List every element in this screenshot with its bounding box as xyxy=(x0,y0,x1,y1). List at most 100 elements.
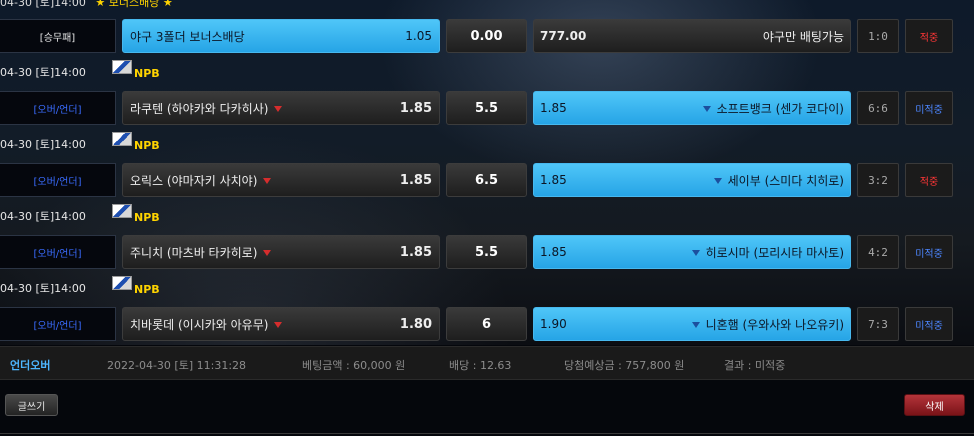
home-team-label: 주니치 (마츠바 타카히로) xyxy=(130,245,258,260)
japan-flag-icon xyxy=(112,132,132,146)
bet-type: [오버/언더] xyxy=(0,235,116,269)
away-odds: 1.85 xyxy=(540,245,567,259)
handicap-line[interactable]: 6 xyxy=(446,307,527,341)
home-pick[interactable]: 라쿠텐 (하야카와 다카히사) 1.85 xyxy=(122,91,440,125)
bet-row: [오버/언더] 라쿠텐 (하야카와 다카히사) 1.85 5.5 1.85 소프트뱅크 (… xyxy=(0,91,974,127)
bet-row: [승무패] 야구 3폴더 보너스배당 1.05 0.00 777.00 야구만 배팅가능 1… xyxy=(0,19,974,55)
summary-bet-type: 언더오버 xyxy=(10,359,51,372)
league-name: NPB xyxy=(134,139,160,152)
score-box: 6:6 xyxy=(857,91,899,125)
league-name: NPB xyxy=(134,67,160,80)
away-pick[interactable]: 1.85 히로시마 (모리시타 마사토) xyxy=(533,235,851,269)
home-odds: 1.85 xyxy=(399,244,432,260)
summary-odds: 배당 : 12.63 xyxy=(449,359,512,372)
result-badge: 미적중 xyxy=(905,307,953,341)
bet-row: [오버/언더] 주니치 (마츠바 타카히로) 1.85 5.5 1.85 히로시마 (모리… xyxy=(0,235,974,271)
bet-row: [오버/언더] 치바롯데 (이시카와 아유무) 1.80 6 1.90 니혼햄 (우와사와… xyxy=(0,307,974,343)
home-team-name: 라쿠텐 (하야카와 다카히사) xyxy=(130,100,400,117)
bonus-header-date: 04-30 [토]14:00 xyxy=(0,0,86,9)
score-box: 3:2 xyxy=(857,163,899,197)
under-arrow-icon xyxy=(274,106,283,112)
away-odds: 1.85 xyxy=(540,101,567,115)
under-arrow-icon xyxy=(263,250,272,256)
away-team-name: 소프트뱅크 (센가 코다이) xyxy=(702,100,844,117)
away-odds: 777.00 xyxy=(540,29,587,43)
score-box: 1:0 xyxy=(857,19,899,53)
home-pick[interactable]: 야구 3폴더 보너스배당 1.05 xyxy=(122,19,440,53)
over-arrow-icon xyxy=(691,322,700,328)
away-team-name: 세이부 (스미다 치히로) xyxy=(713,172,844,189)
write-button[interactable]: 글쓰기 xyxy=(5,394,58,416)
home-odds: 1.05 xyxy=(405,29,432,43)
home-odds: 1.85 xyxy=(399,172,432,188)
bet-type: [오버/언더] xyxy=(0,91,116,125)
handicap-line[interactable]: 6.5 xyxy=(446,163,527,197)
score-box: 4:2 xyxy=(857,235,899,269)
league-name: NPB xyxy=(134,211,160,224)
over-arrow-icon xyxy=(713,178,722,184)
result-badge: 적중 xyxy=(905,19,953,53)
japan-flag-icon xyxy=(112,60,132,74)
match-header: 04-30 [토]14:00 NPB xyxy=(0,276,400,298)
home-team-name: 치바롯데 (이시카와 아유무) xyxy=(130,316,400,333)
summary-expected-win: 당첨예상금 : 757,800 원 xyxy=(564,359,685,372)
match-date: 04-30 [토]14:00 xyxy=(0,210,86,223)
match-date: 04-30 [토]14:00 xyxy=(0,282,86,295)
result-badge: 미적중 xyxy=(905,235,953,269)
under-arrow-icon xyxy=(263,178,272,184)
result-badge: 적중 xyxy=(905,163,953,197)
bonus-header: 04-30 [토]14:00 ★ 보너스배당 ★ xyxy=(0,0,173,10)
divider xyxy=(0,433,974,434)
away-team-label: 세이부 (스미다 치히로) xyxy=(727,173,844,188)
away-odds: 1.90 xyxy=(540,317,567,331)
home-team-name: 야구 3폴더 보너스배당 xyxy=(130,28,405,45)
away-pick[interactable]: 1.85 소프트뱅크 (센가 코다이) xyxy=(533,91,851,125)
home-pick[interactable]: 오릭스 (야마자키 사치야) 1.85 xyxy=(122,163,440,197)
league-name: NPB xyxy=(134,283,160,296)
match-header: 04-30 [토]14:00 NPB xyxy=(0,132,400,154)
result-badge: 미적중 xyxy=(905,91,953,125)
away-team-name: 히로시마 (모리시타 마사토) xyxy=(691,244,844,261)
away-pick[interactable]: 1.90 니혼햄 (우와사와 나오유키) xyxy=(533,307,851,341)
match-date: 04-30 [토]14:00 xyxy=(0,138,86,151)
score-box: 7:3 xyxy=(857,307,899,341)
home-team-label: 치바롯데 (이시카와 아유무) xyxy=(130,317,269,332)
home-team-name: 주니치 (마츠바 타카히로) xyxy=(130,244,400,261)
match-header: 04-30 [토]14:00 NPB xyxy=(0,60,400,82)
over-arrow-icon xyxy=(691,250,700,256)
under-arrow-icon xyxy=(274,322,283,328)
away-team-name: 니혼햄 (우와사와 나오유키) xyxy=(691,316,844,333)
bet-summary-bar: 언더오버 2022-04-30 [토] 11:31:28 베팅금액 : 60,0… xyxy=(0,346,974,380)
delete-button[interactable]: 삭제 xyxy=(904,394,965,416)
away-team-label: 소프트뱅크 (센가 코다이) xyxy=(716,101,844,116)
match-date: 04-30 [토]14:00 xyxy=(0,66,86,79)
away-team-label: 히로시마 (모리시타 마사토) xyxy=(705,245,844,260)
away-pick[interactable]: 777.00 야구만 배팅가능 xyxy=(533,19,851,53)
home-team-label: 오릭스 (야마자키 사치야) xyxy=(130,173,258,188)
handicap-line[interactable]: 0.00 xyxy=(446,19,527,53)
japan-flag-icon xyxy=(112,204,132,218)
away-team-name: 야구만 배팅가능 xyxy=(763,28,844,45)
home-odds: 1.80 xyxy=(399,316,432,332)
bonus-header-title: ★ 보너스배당 ★ xyxy=(95,0,173,9)
match-header: 04-30 [토]14:00 NPB xyxy=(0,204,400,226)
bet-type: [승무패] xyxy=(0,19,116,53)
away-pick[interactable]: 1.85 세이부 (스미다 치히로) xyxy=(533,163,851,197)
bet-row: [오버/언더] 오릭스 (야마자키 사치야) 1.85 6.5 1.85 세이부 (스미다… xyxy=(0,163,974,199)
summary-bet-amount: 베팅금액 : 60,000 원 xyxy=(302,359,406,372)
summary-result: 결과 : 미적중 xyxy=(724,359,786,372)
away-team-label: 야구만 배팅가능 xyxy=(762,29,844,44)
away-odds: 1.85 xyxy=(540,173,567,187)
away-team-label: 니혼햄 (우와사와 나오유키) xyxy=(705,317,844,332)
bet-type: [오버/언더] xyxy=(0,307,116,341)
over-arrow-icon xyxy=(702,106,711,112)
home-team-label: 야구 3폴더 보너스배당 xyxy=(130,29,245,44)
handicap-line[interactable]: 5.5 xyxy=(446,91,527,125)
home-pick[interactable]: 치바롯데 (이시카와 아유무) 1.80 xyxy=(122,307,440,341)
bet-type: [오버/언더] xyxy=(0,163,116,197)
home-team-name: 오릭스 (야마자키 사치야) xyxy=(130,172,400,189)
home-team-label: 라쿠텐 (하야카와 다카히사) xyxy=(130,101,269,116)
handicap-line[interactable]: 5.5 xyxy=(446,235,527,269)
home-pick[interactable]: 주니치 (마츠바 타카히로) 1.85 xyxy=(122,235,440,269)
japan-flag-icon xyxy=(112,276,132,290)
